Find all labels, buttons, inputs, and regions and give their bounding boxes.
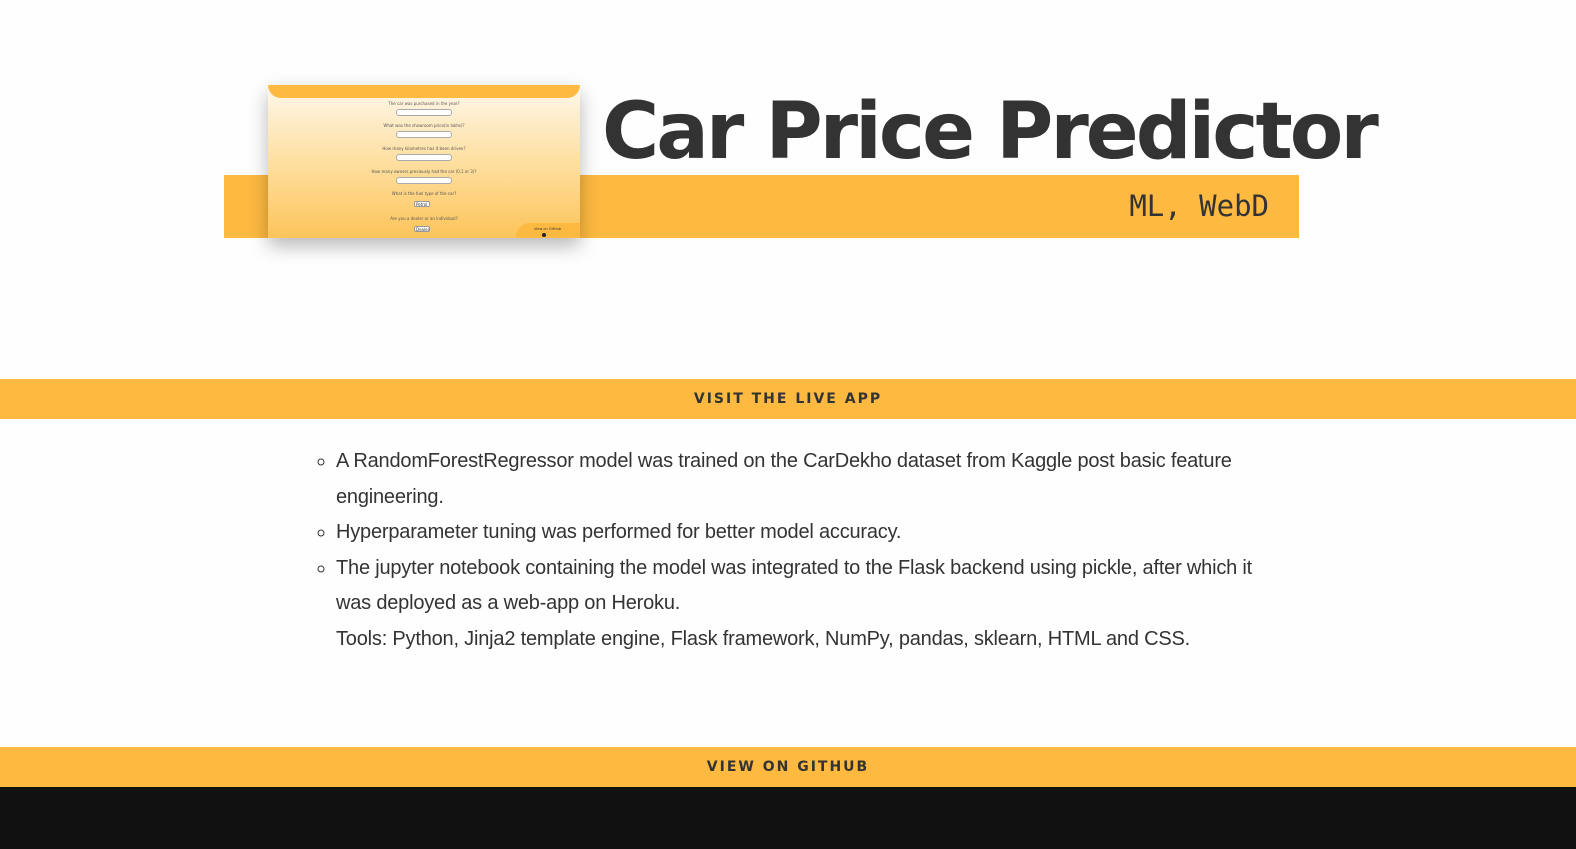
app-screenshot-thumbnail: The car was purchased in the year? What …	[268, 85, 580, 238]
description-item: A RandomForestRegressor model was traine…	[336, 444, 1292, 515]
thumbnail-question: What was the showroom price(in lakhs)?	[383, 123, 465, 128]
thumbnail-github-badge: View on GitHub	[516, 223, 580, 238]
description-item: The jupyter notebook containing the mode…	[336, 551, 1292, 622]
project-page: The car was purchased in the year? What …	[0, 0, 1576, 849]
thumbnail-seller-select: Dealer	[414, 226, 430, 232]
description-list: A RandomForestRegressor model was traine…	[312, 444, 1292, 622]
thumbnail-question: The car was purchased in the year?	[388, 101, 460, 106]
project-tags: ML, WebD	[1129, 189, 1269, 223]
thumbnail-question: How many kilometres has it been driven?	[382, 146, 466, 151]
thumbnail-field	[396, 177, 452, 184]
thumbnail-question: How many owners previously had the car (…	[371, 169, 477, 174]
thumbnail-field	[396, 131, 452, 138]
tools-used: Tools: Python, Jinja2 template engine, F…	[336, 627, 1191, 650]
thumbnail-field	[396, 154, 452, 161]
view-on-github-link[interactable]: VIEW ON GITHUB	[0, 747, 1576, 787]
thumbnail-question: Are you a dealer or an individual?	[390, 216, 458, 221]
footer	[0, 787, 1576, 849]
thumbnail-question: What is the fuel type of the car?	[391, 191, 457, 196]
visit-live-app-link[interactable]: VISIT THE LIVE APP	[0, 379, 1576, 419]
thumbnail-github-label: View on GitHub	[534, 227, 562, 231]
description-item: Hyperparameter tuning was performed for …	[336, 515, 1292, 551]
thumbnail-fuel-select: Petrol	[414, 201, 430, 207]
github-icon	[542, 233, 546, 237]
project-description: A RandomForestRegressor model was traine…	[312, 444, 1292, 658]
thumbnail-field	[396, 109, 452, 116]
project-title: Car Price Predictor	[602, 87, 1379, 177]
thumbnail-header-bar	[268, 85, 580, 98]
